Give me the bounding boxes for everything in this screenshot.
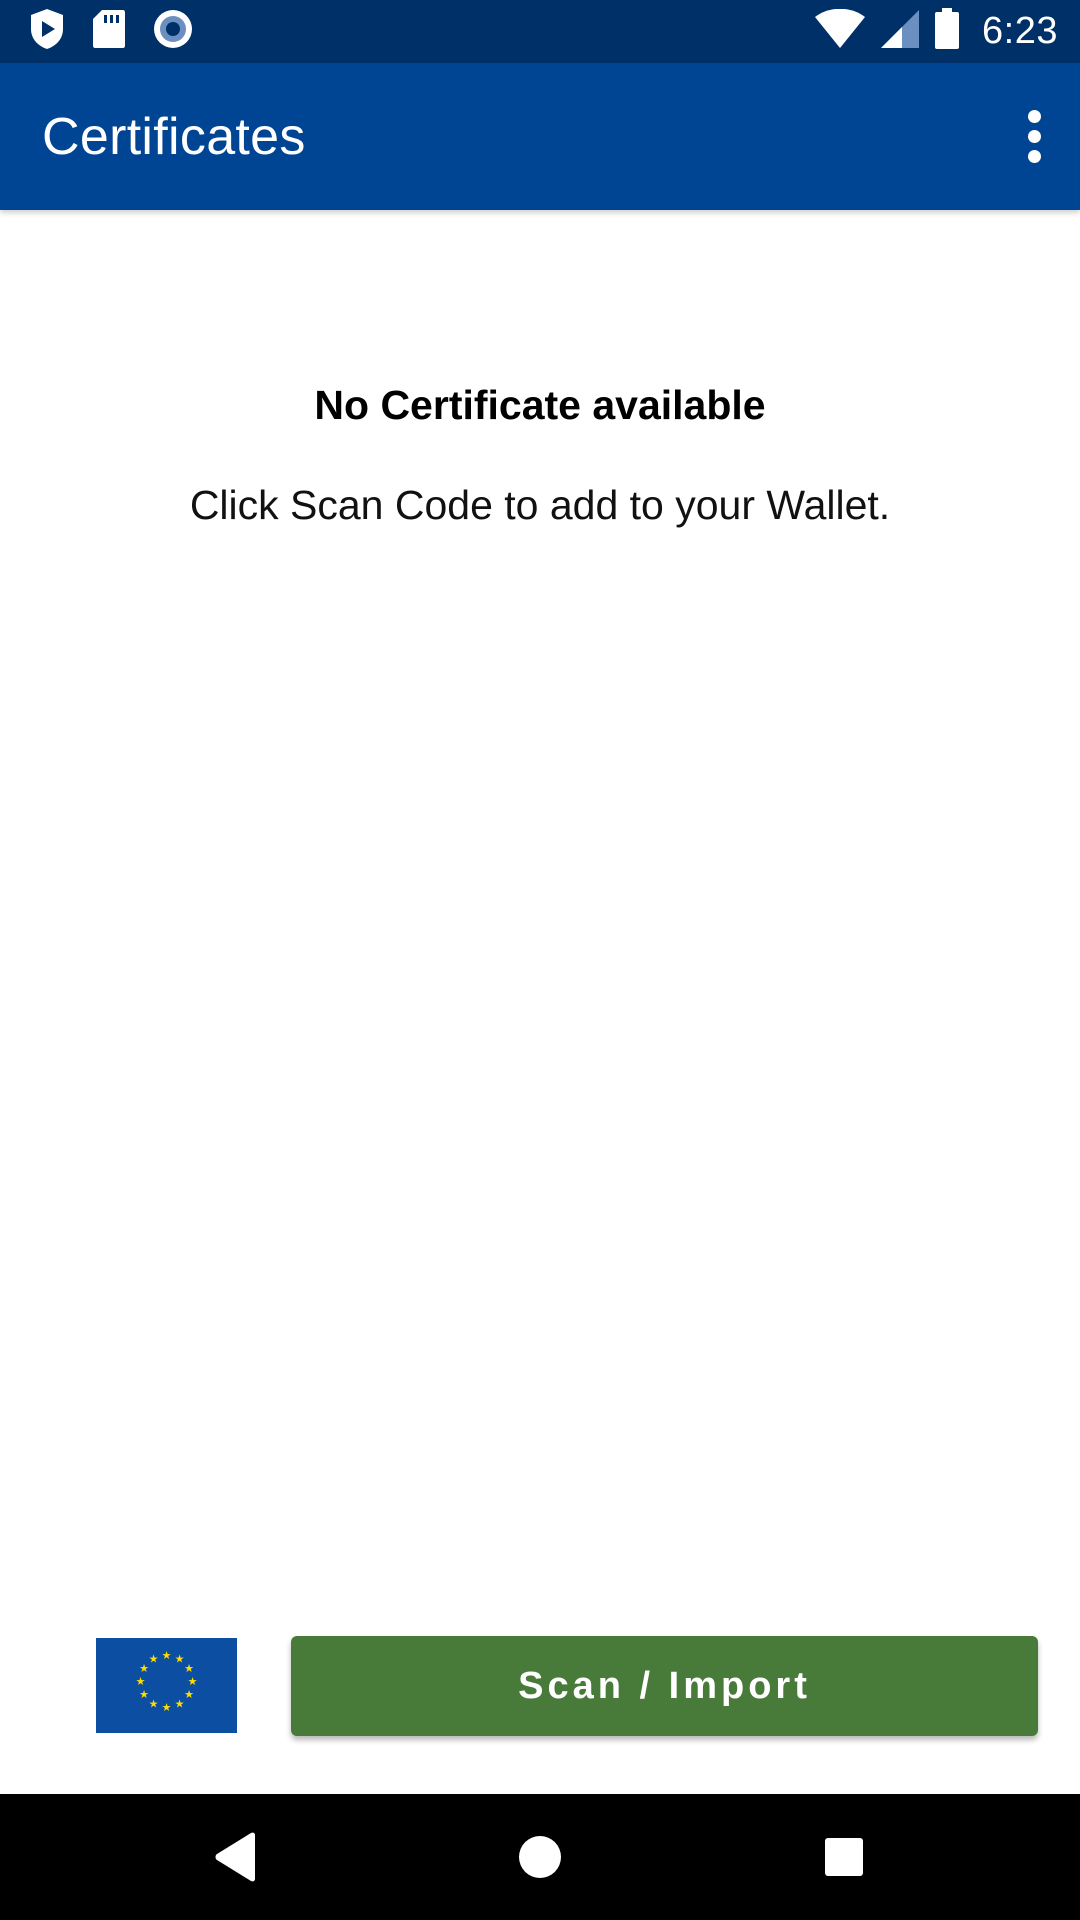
- more-vert-icon: [1027, 109, 1041, 123]
- battery-icon: [934, 7, 960, 55]
- empty-state-title: No Certificate available: [314, 382, 766, 428]
- app-bar: Certificates: [0, 63, 1080, 210]
- eu-flag-icon: ★ ★ ★ ★ ★ ★ ★ ★ ★ ★ ★ ★: [96, 1638, 237, 1733]
- home-button[interactable]: [500, 1817, 580, 1897]
- svg-text:★: ★: [162, 1701, 172, 1714]
- empty-state-message: Click Scan Code to add to your Wallet.: [189, 482, 891, 528]
- status-clock: 6:23: [982, 9, 1058, 52]
- back-button[interactable]: [196, 1817, 276, 1897]
- status-left-icons: [28, 8, 194, 54]
- svg-text:★: ★: [149, 1653, 159, 1666]
- status-right-icons: 6:23: [814, 6, 1058, 56]
- svg-text:★: ★: [149, 1698, 159, 1711]
- system-nav-bar: [0, 1794, 1080, 1920]
- recents-icon: [825, 1838, 863, 1876]
- svg-text:★: ★: [175, 1698, 185, 1711]
- more-vert-icon-dot: [1027, 129, 1041, 143]
- sd-card-icon: [92, 9, 126, 54]
- wifi-icon: [814, 8, 866, 54]
- overflow-menu-button[interactable]: [1002, 96, 1066, 176]
- page-title: Certificates: [42, 108, 306, 166]
- back-icon: [215, 1832, 255, 1882]
- svg-text:★: ★: [188, 1675, 198, 1688]
- svg-text:★: ★: [184, 1662, 194, 1675]
- more-vert-icon-dot: [1027, 149, 1041, 163]
- svg-text:★: ★: [162, 1649, 172, 1662]
- scan-import-button-label: Scan / Import: [518, 1664, 811, 1707]
- svg-text:★: ★: [184, 1688, 194, 1701]
- record-icon: [152, 8, 194, 55]
- scan-import-button[interactable]: Scan / Import: [291, 1636, 1038, 1736]
- play-protect-icon: [28, 7, 66, 56]
- svg-text:★: ★: [139, 1662, 149, 1675]
- home-icon: [519, 1836, 561, 1878]
- recents-button[interactable]: [804, 1817, 884, 1897]
- svg-text:★: ★: [136, 1675, 146, 1688]
- status-bar: 6:23: [0, 0, 1080, 63]
- cell-signal-icon: [880, 9, 920, 54]
- svg-text:★: ★: [175, 1653, 185, 1666]
- svg-text:★: ★: [139, 1688, 149, 1701]
